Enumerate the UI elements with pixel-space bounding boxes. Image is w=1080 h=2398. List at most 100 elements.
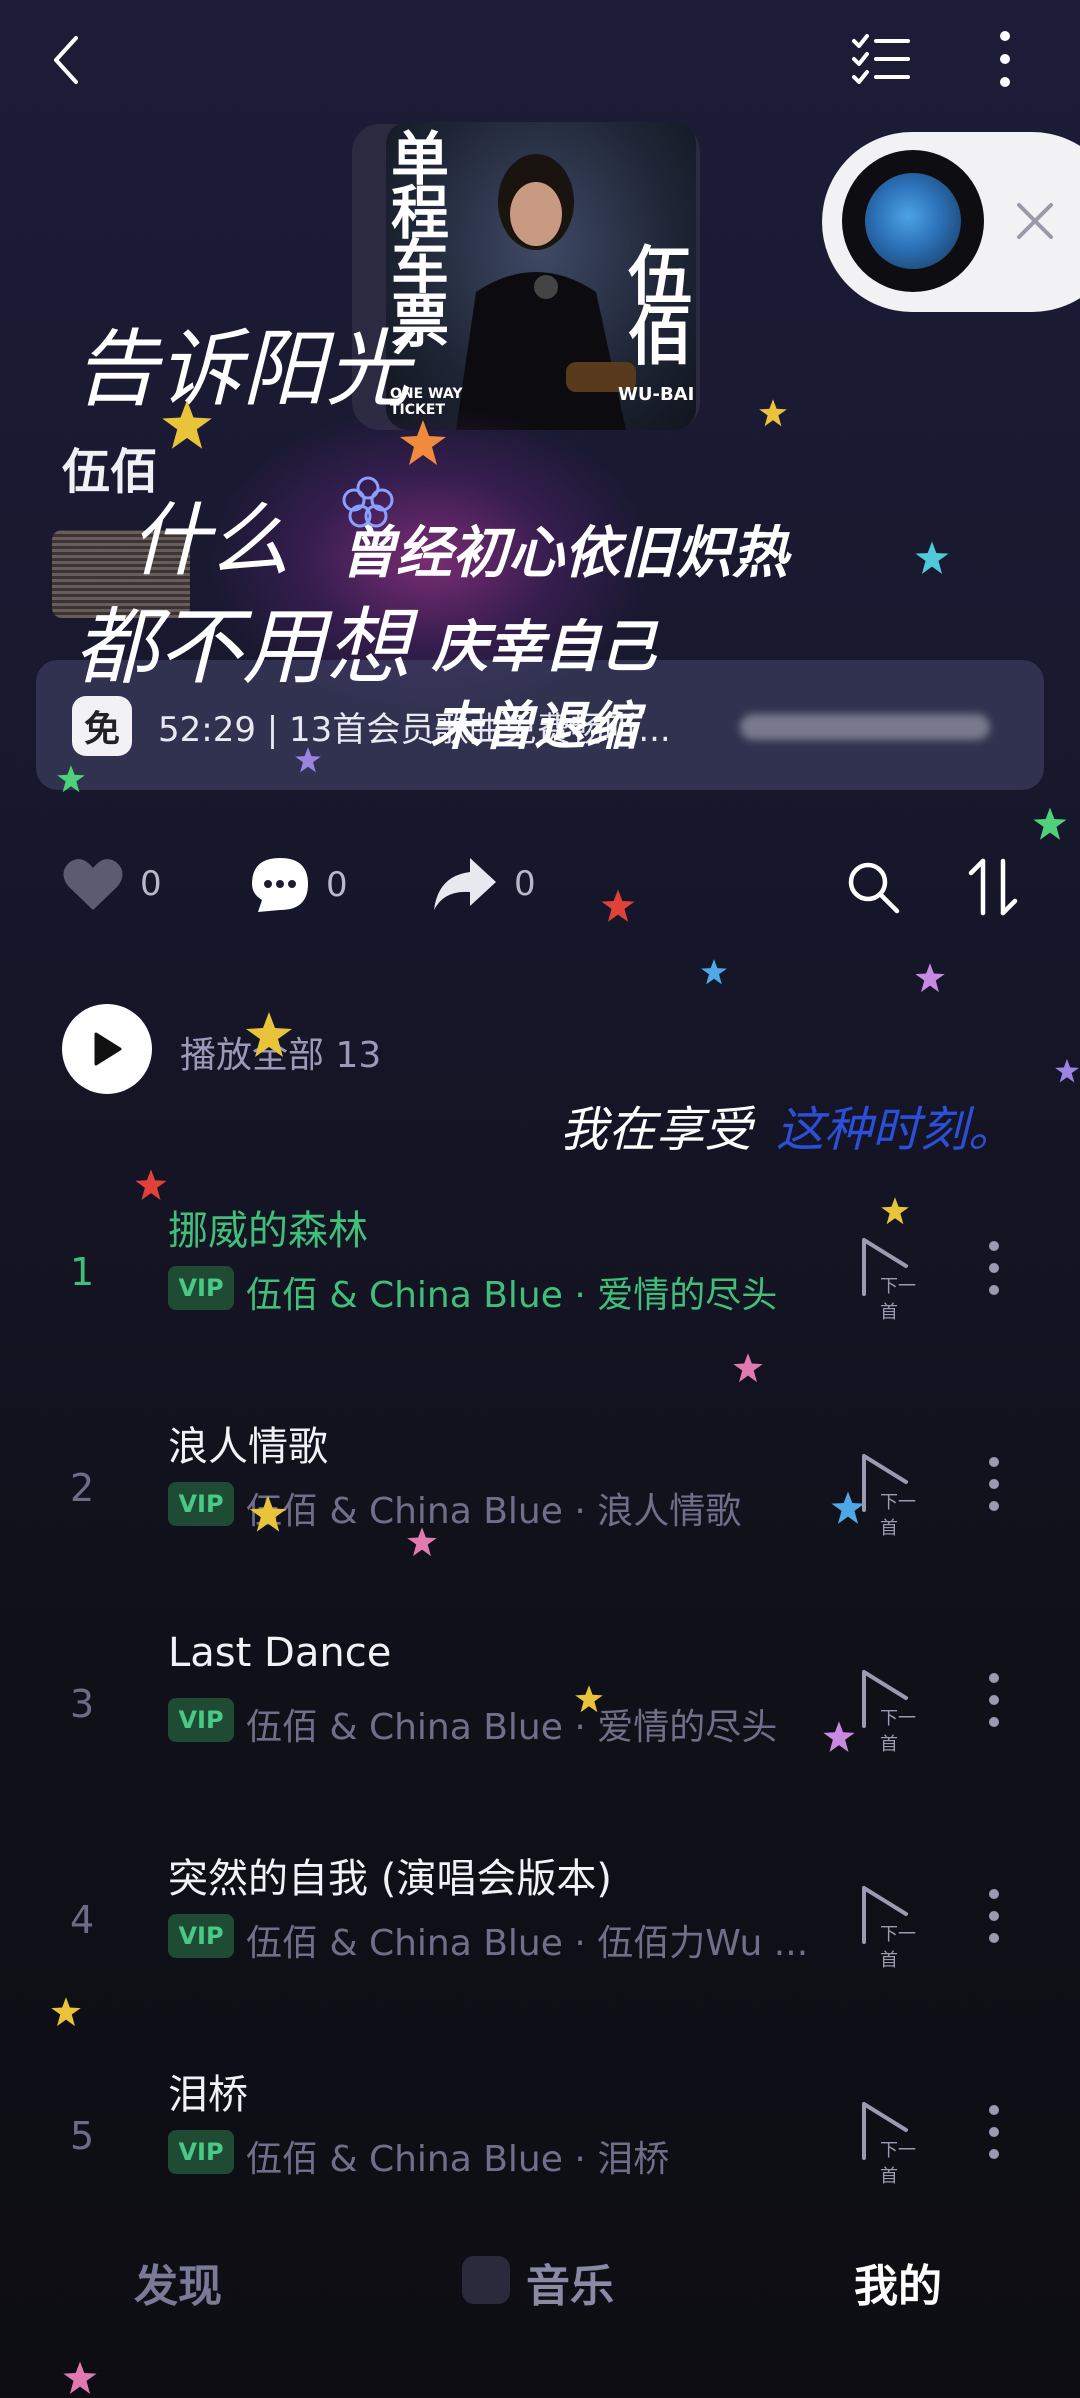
star-decoration xyxy=(1033,807,1067,840)
floating-player-art xyxy=(865,173,961,269)
play-next-button[interactable]: 下一首 xyxy=(858,1884,922,1971)
star-decoration xyxy=(57,765,85,793)
track-subtitle: 伍佰 & China Blue · 爱情的尽头 xyxy=(246,1707,778,1748)
play-next-label: 下一首 xyxy=(880,1276,916,1323)
star-decoration xyxy=(400,420,446,465)
star-decoration xyxy=(915,963,945,993)
overlay-text-line8: 这种时刻。 xyxy=(776,1102,1017,1158)
search-button[interactable] xyxy=(838,852,908,922)
track-subtitle: 伍佰 & China Blue · 伍佰力Wu ... xyxy=(246,1923,809,1964)
track-row[interactable]: 2 浪人情歌 VIP 伍佰 & China Blue · 浪人情歌 下一首 xyxy=(0,1414,1080,1614)
share-count: 0 xyxy=(514,864,536,904)
overlay-text-line2: 什么 xyxy=(130,494,290,587)
track-subtitle: 伍佰 & China Blue · 泪桥 xyxy=(246,2139,670,2180)
track-more-button[interactable] xyxy=(982,1886,1006,1946)
star-decoration xyxy=(701,959,727,985)
album-cover[interactable]: 单程车票 伍佰 WU-BAI ONE WAY TICKET xyxy=(386,122,696,430)
more-vertical-icon xyxy=(989,2105,999,2159)
track-number: 5 xyxy=(70,2114,95,2158)
tab-mine[interactable]: 我的 xyxy=(854,2250,942,2314)
play-next-button[interactable]: 下一首 xyxy=(858,2100,922,2187)
star-decoration xyxy=(831,1491,865,1524)
overlay-text-line5: 庆幸自己 xyxy=(432,614,656,680)
like-button[interactable]: 0 xyxy=(62,856,162,912)
star-decoration xyxy=(162,400,212,449)
back-button[interactable] xyxy=(36,28,96,92)
share-button[interactable]: 0 xyxy=(432,856,536,912)
checklist-icon xyxy=(852,34,910,84)
star-decoration xyxy=(915,541,949,574)
vip-badge: VIP xyxy=(168,1482,234,1526)
music-tab-icon xyxy=(462,2256,510,2304)
more-options-button[interactable] xyxy=(980,26,1030,92)
floating-player-close-button[interactable] xyxy=(1010,196,1060,246)
track-number: 2 xyxy=(70,1466,95,1510)
more-vertical-icon xyxy=(989,1241,999,1295)
more-vertical-icon xyxy=(989,1673,999,1727)
cover-subtitle-right: WU-BAI xyxy=(618,384,695,405)
comment-count: 0 xyxy=(326,865,348,905)
track-row[interactable]: 1 挪威的森林 VIP 伍佰 & China Blue · 爱情的尽头 下一首 xyxy=(0,1198,1080,1398)
share-icon xyxy=(434,858,496,910)
vip-badge: VIP xyxy=(168,2130,234,2174)
sort-button[interactable] xyxy=(958,852,1028,922)
vip-badge: VIP xyxy=(168,1266,234,1310)
more-vertical-icon xyxy=(989,1457,999,1511)
comment-button[interactable]: 0 xyxy=(250,856,348,914)
search-icon xyxy=(848,862,900,914)
play-next-label: 下一首 xyxy=(880,1924,916,1971)
play-next-label: 下一首 xyxy=(880,1492,916,1539)
play-next-button[interactable]: 下一首 xyxy=(858,1452,922,1539)
track-subtitle: 伍佰 & China Blue · 浪人情歌 xyxy=(246,1491,742,1532)
track-row[interactable]: 5 泪桥 VIP 伍佰 & China Blue · 泪桥 下一首 xyxy=(0,2062,1080,2262)
tab-discover[interactable]: 发现 xyxy=(134,2250,222,2314)
track-number: 4 xyxy=(70,1898,95,1942)
like-count: 0 xyxy=(140,864,162,904)
star-decoration xyxy=(823,1721,855,1752)
vip-badge: VIP xyxy=(168,1914,234,1958)
play-next-label: 下一首 xyxy=(880,1708,916,1755)
star-decoration xyxy=(881,1197,909,1225)
star-decoration xyxy=(601,889,635,922)
star-decoration xyxy=(246,1012,292,1057)
flower-decoration xyxy=(342,476,394,528)
overlay-text-line3: 都不用想 xyxy=(74,598,411,696)
star-decoration xyxy=(759,399,787,427)
cover-title-right: 伍佰 xyxy=(617,242,691,362)
overlay-text-line1: 告诉阳光 xyxy=(74,320,411,418)
close-icon xyxy=(1017,203,1053,239)
overlay-text-line4: 曾经初心依旧炽热 xyxy=(340,520,788,586)
star-decoration xyxy=(249,1495,287,1532)
track-more-button[interactable] xyxy=(982,1454,1006,1514)
star-decoration xyxy=(1055,1059,1079,1083)
star-decoration xyxy=(135,1169,167,1200)
play-icon xyxy=(94,1032,122,1066)
track-number: 1 xyxy=(70,1250,95,1294)
tab-music[interactable]: 音乐 xyxy=(526,2250,614,2314)
play-next-button[interactable]: 下一首 xyxy=(858,1668,922,1755)
track-title: 浪人情歌 xyxy=(168,1424,328,1470)
more-vertical-icon xyxy=(989,1889,999,1943)
track-row[interactable]: 3 Last Dance VIP 伍佰 & China Blue · 爱情的尽头… xyxy=(0,1630,1080,1830)
track-number: 3 xyxy=(70,1682,95,1726)
chevron-left-icon xyxy=(54,36,78,84)
track-more-button[interactable] xyxy=(982,1238,1006,1298)
star-decoration xyxy=(51,1997,81,2027)
track-subtitle: 伍佰 & China Blue · 爱情的尽头 xyxy=(246,1275,778,1316)
star-decoration xyxy=(575,1685,603,1713)
track-more-button[interactable] xyxy=(982,1670,1006,1730)
track-title: Last Dance xyxy=(168,1630,392,1676)
track-row[interactable]: 4 突然的自我 (演唱会版本) VIP 伍佰 & China Blue · 伍佰… xyxy=(0,1846,1080,2046)
play-next-button[interactable]: 下一首 xyxy=(858,1236,922,1323)
floating-player-disc[interactable] xyxy=(842,150,984,292)
star-decoration xyxy=(733,1353,763,1383)
sort-icon xyxy=(968,858,1018,916)
star-decoration xyxy=(407,1527,437,1557)
comment-icon xyxy=(252,858,308,912)
promo-blurred-action[interactable] xyxy=(740,714,990,740)
track-title: 突然的自我 (演唱会版本) xyxy=(168,1856,612,1902)
play-all-button[interactable] xyxy=(62,1004,152,1094)
track-more-button[interactable] xyxy=(982,2102,1006,2162)
star-decoration xyxy=(63,2361,97,2394)
multi-select-button[interactable] xyxy=(846,26,916,92)
